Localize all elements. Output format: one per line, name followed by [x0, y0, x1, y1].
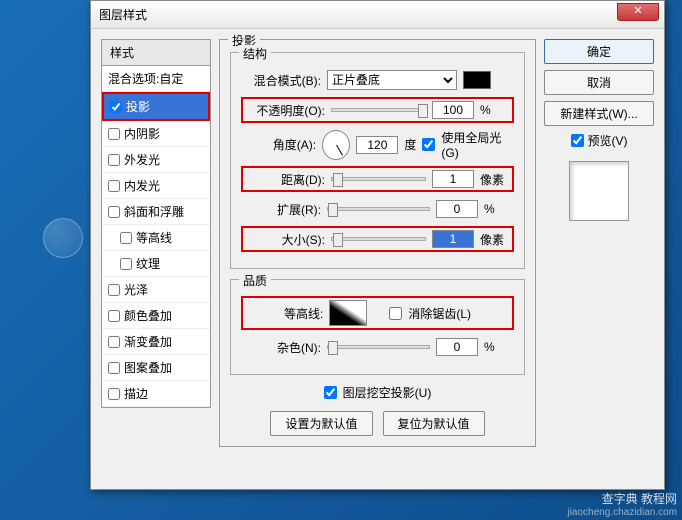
contour-checkbox[interactable]: [120, 232, 132, 244]
noise-label: 杂色(N):: [241, 339, 321, 356]
distance-slider[interactable]: [331, 177, 426, 181]
angle-unit: 度: [404, 136, 416, 153]
titlebar: 图层样式 ✕: [91, 1, 664, 29]
inner-glow-checkbox[interactable]: [108, 180, 120, 192]
sidebar-item-inner-shadow[interactable]: 内阴影: [102, 121, 210, 147]
angle-label: 角度(A):: [241, 136, 316, 153]
make-default-button[interactable]: 设置为默认值: [270, 411, 372, 436]
spread-label: 扩展(R):: [241, 201, 321, 218]
cancel-button[interactable]: 取消: [544, 70, 654, 95]
noise-input[interactable]: [436, 338, 478, 356]
global-light-label: 使用全局光(G): [441, 129, 514, 160]
opacity-slider[interactable]: [331, 108, 426, 112]
spread-input[interactable]: [436, 200, 478, 218]
knockout-label: 图层挖空投影(U): [343, 384, 432, 401]
outer-glow-checkbox[interactable]: [108, 154, 120, 166]
sidebar-item-color-overlay[interactable]: 颜色叠加: [102, 303, 210, 329]
size-unit: 像素: [480, 231, 510, 248]
blend-mode-select[interactable]: 正片叠底: [327, 70, 457, 90]
distance-label: 距离(D):: [245, 171, 325, 188]
sidebar-item-blend-options[interactable]: 混合选项:自定: [102, 66, 210, 92]
sidebar-item-pattern-overlay[interactable]: 图案叠加: [102, 355, 210, 381]
structure-title: 结构: [239, 45, 271, 62]
satin-checkbox[interactable]: [108, 284, 120, 296]
opacity-label: 不透明度(O):: [245, 102, 325, 119]
gradient-overlay-checkbox[interactable]: [108, 336, 120, 348]
sidebar-item-stroke[interactable]: 描边: [102, 381, 210, 407]
stroke-checkbox[interactable]: [108, 388, 120, 400]
knockout-checkbox[interactable]: [324, 386, 337, 399]
inner-shadow-checkbox[interactable]: [108, 128, 120, 140]
sidebar-item-gradient-overlay[interactable]: 渐变叠加: [102, 329, 210, 355]
window-title: 图层样式: [99, 6, 147, 23]
sidebar-item-outer-glow[interactable]: 外发光: [102, 147, 210, 173]
bevel-emboss-checkbox[interactable]: [108, 206, 120, 218]
noise-slider[interactable]: [327, 345, 430, 349]
spread-slider[interactable]: [327, 207, 430, 211]
angle-input[interactable]: [356, 136, 398, 154]
sidebar-item-satin[interactable]: 光泽: [102, 277, 210, 303]
texture-checkbox[interactable]: [120, 258, 132, 270]
antialias-checkbox[interactable]: [389, 307, 402, 320]
contour-picker[interactable]: [329, 300, 367, 326]
ok-button[interactable]: 确定: [544, 39, 654, 64]
contour-label: 等高线:: [284, 305, 323, 322]
styles-list: 样式 混合选项:自定 投影 内阴影 外发光 内发光 斜面和浮雕 等高线 纹理 光…: [101, 39, 211, 408]
sidebar-item-drop-shadow[interactable]: 投影: [102, 92, 210, 121]
styles-header: 样式: [102, 40, 210, 66]
main-panel: 投影 结构 混合模式(B): 正片叠底 不透明度(O): %: [219, 39, 536, 447]
quality-title: 品质: [239, 272, 271, 289]
quality-group: 品质 等高线: 消除锯齿(L) 杂色(N): %: [230, 279, 525, 375]
antialias-label: 消除锯齿(L): [408, 305, 471, 322]
angle-dial[interactable]: [322, 130, 350, 160]
color-overlay-checkbox[interactable]: [108, 310, 120, 322]
preview-label: 预览(V): [588, 132, 628, 149]
layer-style-dialog: 图层样式 ✕ 样式 混合选项:自定 投影 内阴影 外发光 内发光 斜面和浮雕 等…: [90, 0, 665, 490]
sidebar-item-contour[interactable]: 等高线: [102, 225, 210, 251]
size-input[interactable]: [432, 230, 474, 248]
size-slider[interactable]: [331, 237, 426, 241]
preview-checkbox[interactable]: [571, 134, 584, 147]
blend-mode-label: 混合模式(B):: [241, 72, 321, 89]
decorative-bubble: [43, 218, 83, 258]
opacity-unit: %: [480, 103, 510, 117]
new-style-button[interactable]: 新建样式(W)...: [544, 101, 654, 126]
distance-unit: 像素: [480, 171, 510, 188]
structure-group: 结构 混合模式(B): 正片叠底 不透明度(O): % 角度(A):: [230, 52, 525, 269]
sidebar-item-texture[interactable]: 纹理: [102, 251, 210, 277]
sidebar-item-inner-glow[interactable]: 内发光: [102, 173, 210, 199]
reset-default-button[interactable]: 复位为默认值: [383, 411, 485, 436]
drop-shadow-checkbox[interactable]: [110, 101, 122, 113]
global-light-checkbox[interactable]: [422, 138, 435, 151]
preview-box: [569, 161, 629, 221]
sidebar-item-bevel-emboss[interactable]: 斜面和浮雕: [102, 199, 210, 225]
spread-unit: %: [484, 202, 514, 216]
distance-input[interactable]: [432, 170, 474, 188]
noise-unit: %: [484, 340, 514, 354]
watermark: 查字典 教程网 jiaocheng.chazidian.com: [567, 490, 677, 518]
close-button[interactable]: ✕: [617, 3, 659, 21]
shadow-color-swatch[interactable]: [463, 71, 491, 89]
opacity-input[interactable]: [432, 101, 474, 119]
pattern-overlay-checkbox[interactable]: [108, 362, 120, 374]
size-label: 大小(S):: [245, 231, 325, 248]
